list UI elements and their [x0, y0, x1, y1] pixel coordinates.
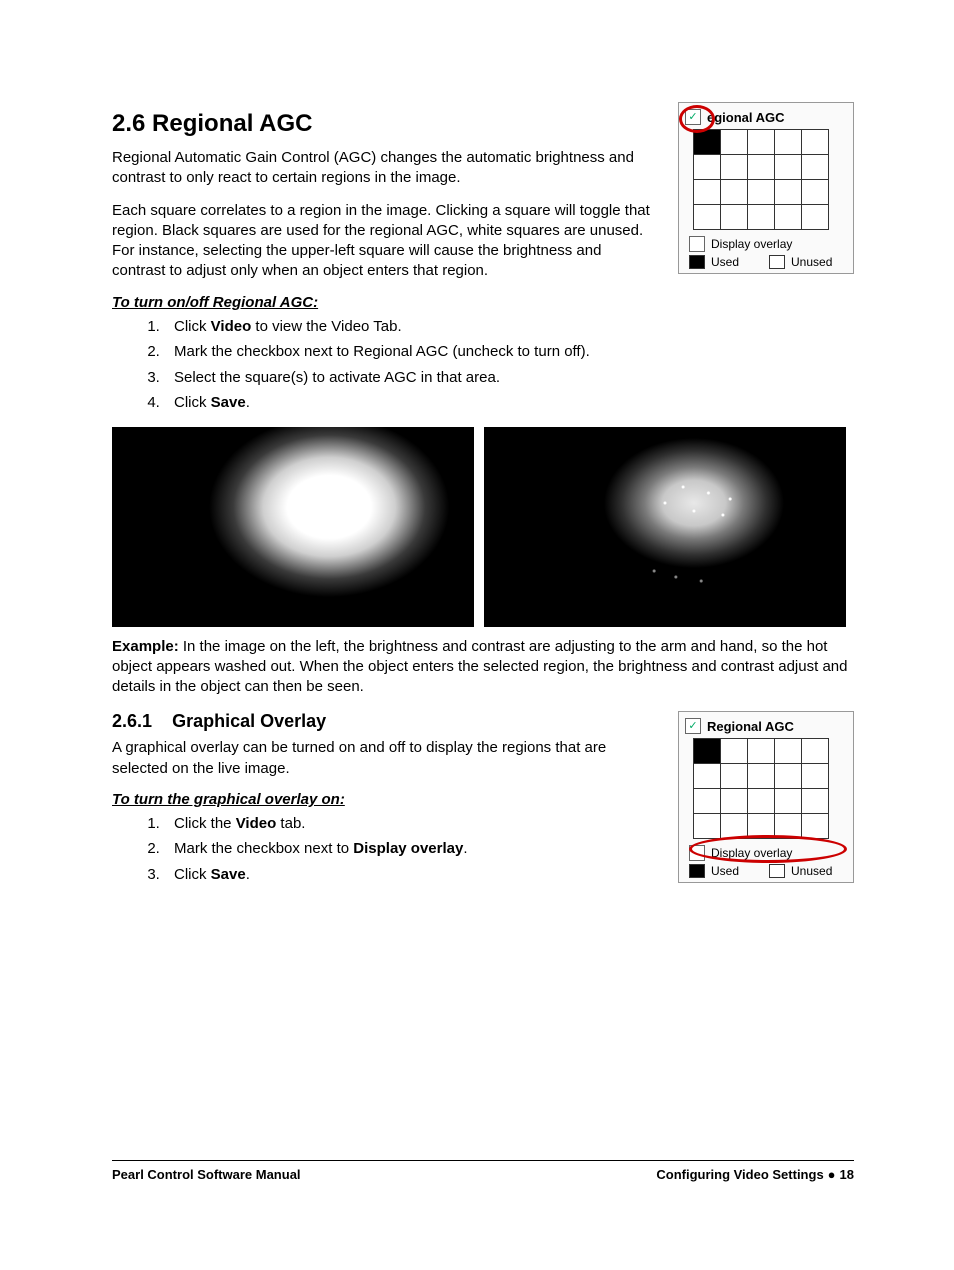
step-item: Click Save.	[164, 393, 854, 413]
grid-cell[interactable]	[748, 764, 775, 789]
used-label: Used	[711, 864, 739, 878]
panel-title-row: ✓ egional AGC	[685, 109, 847, 125]
keyword: Save	[211, 394, 246, 411]
unused-label: Unused	[791, 255, 832, 269]
grid-cell[interactable]	[775, 205, 802, 230]
grid-cell[interactable]	[694, 789, 721, 814]
keyword: Save	[211, 866, 246, 883]
grid-cell[interactable]	[694, 180, 721, 205]
region-grid[interactable]	[693, 738, 829, 839]
panel-title: Regional AGC	[707, 719, 794, 734]
unused-swatch-icon	[769, 864, 785, 878]
grid-cell[interactable]	[802, 205, 829, 230]
body-paragraph: Each square correlates to a region in th…	[112, 201, 682, 282]
body-paragraph: Regional Automatic Gain Control (AGC) ch…	[112, 148, 682, 189]
panel-title: egional AGC	[707, 110, 785, 125]
regional-agc-panel-top: ✓ egional AGC ✓ Display overlay Used Unu…	[678, 102, 854, 274]
footer-rule	[112, 1160, 854, 1161]
grid-cell[interactable]	[748, 155, 775, 180]
example-paragraph: Example: In the image on the left, the b…	[112, 637, 854, 698]
steps-list: Click Video to view the Video Tab. Mark …	[112, 317, 854, 413]
display-overlay-checkbox[interactable]: ✓	[689, 845, 705, 861]
regional-agc-checkbox[interactable]: ✓	[685, 718, 701, 734]
grid-cell[interactable]	[721, 764, 748, 789]
grid-cell[interactable]	[694, 814, 721, 839]
grid-cell[interactable]	[694, 130, 721, 155]
grid-cell[interactable]	[721, 130, 748, 155]
grid-cell[interactable]	[721, 789, 748, 814]
step-item: Click Video to view the Video Tab.	[164, 317, 854, 337]
grid-cell[interactable]	[694, 205, 721, 230]
grid-cell[interactable]	[748, 180, 775, 205]
keyword: Display overlay	[353, 840, 463, 857]
instruction-title: To turn on/off Regional AGC:	[112, 294, 854, 311]
regional-agc-panel-bottom: ✓ Regional AGC ✓ Display overlay Used Un…	[678, 711, 854, 883]
keyword: Video	[236, 815, 277, 832]
grid-cell[interactable]	[694, 739, 721, 764]
example-image-pair	[112, 427, 854, 627]
regional-agc-checkbox[interactable]: ✓	[685, 109, 701, 125]
bullet-icon: ●	[824, 1167, 840, 1182]
thermal-image-right	[484, 427, 846, 627]
grid-cell[interactable]	[721, 739, 748, 764]
used-swatch-icon	[689, 864, 705, 878]
grid-cell[interactable]	[802, 180, 829, 205]
grid-cell[interactable]	[748, 789, 775, 814]
used-swatch-icon	[689, 255, 705, 269]
grid-cell[interactable]	[721, 155, 748, 180]
section-title: Regional AGC	[152, 110, 312, 137]
grid-cell[interactable]	[748, 814, 775, 839]
grid-cell[interactable]	[775, 764, 802, 789]
display-overlay-checkbox[interactable]: ✓	[689, 236, 705, 252]
grid-cell[interactable]	[802, 130, 829, 155]
legend-row: Used Unused	[689, 255, 847, 269]
legend-row: Used Unused	[689, 864, 847, 878]
used-label: Used	[711, 255, 739, 269]
example-label: Example:	[112, 638, 179, 655]
grid-cell[interactable]	[775, 739, 802, 764]
grid-cell[interactable]	[775, 789, 802, 814]
step-item: Select the square(s) to activate AGC in …	[164, 368, 854, 388]
display-overlay-row: ✓ Display overlay	[689, 236, 847, 252]
unused-swatch-icon	[769, 255, 785, 269]
grid-cell[interactable]	[748, 130, 775, 155]
grid-cell[interactable]	[802, 814, 829, 839]
body-paragraph: A graphical overlay can be turned on and…	[112, 738, 672, 779]
grid-cell[interactable]	[802, 155, 829, 180]
keyword: Video	[211, 318, 252, 335]
grid-cell[interactable]	[802, 789, 829, 814]
step-item: Mark the checkbox next to Regional AGC (…	[164, 342, 854, 362]
grid-cell[interactable]	[775, 180, 802, 205]
panel-title-row: ✓ Regional AGC	[685, 718, 847, 734]
grid-cell[interactable]	[775, 814, 802, 839]
unused-label: Unused	[791, 864, 832, 878]
thermal-image-left	[112, 427, 474, 627]
footer-row: Pearl Control Software Manual Configurin…	[112, 1167, 854, 1182]
subsection-title: Graphical Overlay	[172, 711, 326, 731]
display-overlay-label: Display overlay	[711, 846, 792, 860]
footer-left: Pearl Control Software Manual	[112, 1167, 301, 1182]
grid-cell[interactable]	[802, 739, 829, 764]
grid-cell[interactable]	[748, 205, 775, 230]
grid-cell[interactable]	[721, 180, 748, 205]
grid-cell[interactable]	[694, 764, 721, 789]
grid-cell[interactable]	[802, 764, 829, 789]
subsection-number: 2.6.1	[112, 711, 152, 731]
display-overlay-label: Display overlay	[711, 237, 792, 251]
example-text: In the image on the left, the brightness…	[112, 638, 847, 696]
page: ✓ egional AGC ✓ Display overlay Used Unu…	[0, 0, 954, 1270]
page-footer: Pearl Control Software Manual Configurin…	[112, 1160, 854, 1182]
grid-cell[interactable]	[721, 205, 748, 230]
section-number: 2.6	[112, 110, 145, 137]
footer-right: Configuring Video Settings●18	[656, 1167, 854, 1182]
grid-cell[interactable]	[748, 739, 775, 764]
grid-cell[interactable]	[775, 155, 802, 180]
grid-cell[interactable]	[721, 814, 748, 839]
grid-cell[interactable]	[775, 130, 802, 155]
region-grid[interactable]	[693, 129, 829, 230]
grid-cell[interactable]	[694, 155, 721, 180]
display-overlay-row: ✓ Display overlay	[689, 845, 847, 861]
